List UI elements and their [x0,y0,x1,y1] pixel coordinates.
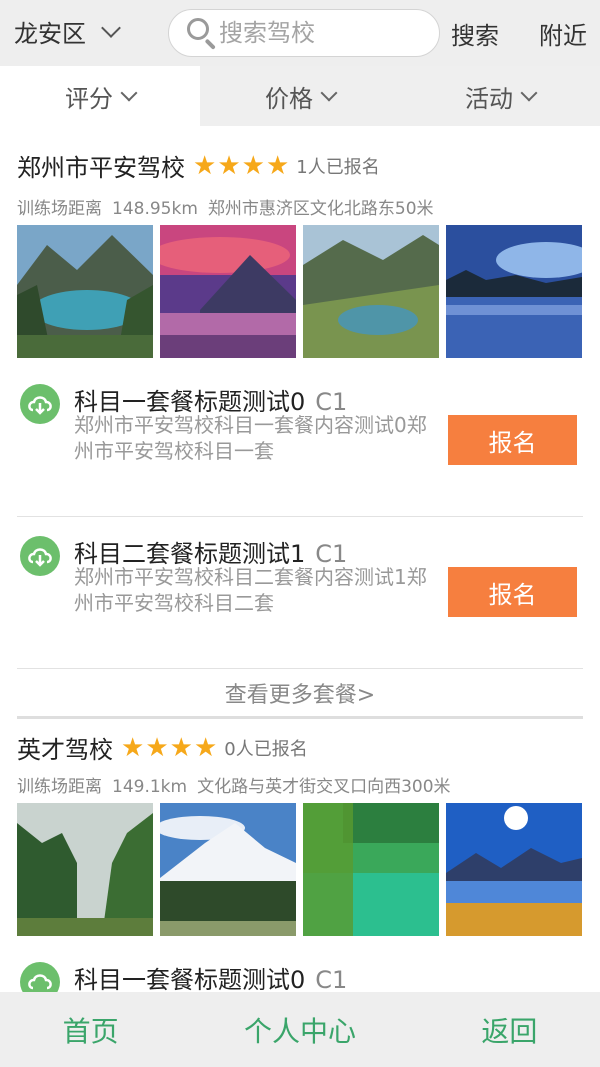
filter-label: 活动 [465,84,513,113]
divider [17,516,583,517]
star-icon: ★ [169,732,193,763]
section-divider [17,716,583,719]
school-photo[interactable] [303,225,439,358]
nav-back[interactable]: 返回 [481,1010,537,1050]
school-info: 训练场距离 148.95km 郑州市惠济区文化北路东50米 [17,194,444,219]
signup-button[interactable]: 报名 [448,567,577,617]
filter-bar: 评分 价格 活动 [0,66,600,126]
star-icon: ★ [145,732,169,763]
search-input[interactable] [219,19,429,47]
school-name: 英才驾校 [17,736,113,764]
top-bar: 龙安区 搜索 附近 [0,0,600,66]
school-header[interactable]: 郑州市平安驾校 ★ ★ ★ ★ 1人已报名 [17,148,380,183]
filter-rating[interactable]: 评分 [0,66,200,126]
filter-price[interactable]: 价格 [200,66,400,126]
enrolled-count: 1人已报名 [296,156,380,178]
distance-label: 训练场距离 [17,777,102,797]
nearby-button[interactable]: 附近 [539,16,587,51]
photo-strip [17,803,589,936]
package-item[interactable]: 科目一套餐标题测试0 C1 郑州市平安驾校科目一套餐内容测试0郑州市平安驾校科目一… [0,380,600,530]
package-description: 郑州市平安驾校科目一套餐内容测试0郑州市平安驾校科目一套 [74,413,427,463]
star-icon: ★ [193,150,217,181]
school-photo[interactable] [160,803,296,936]
school-photo[interactable] [160,225,296,358]
package-description: 郑州市平安驾校科目二套餐内容测试1郑州市平安驾校科目二套 [74,565,427,615]
rating-stars: ★ ★ ★ ★ [193,153,290,179]
rating-stars: ★ ★ ★ ★ [121,735,218,761]
star-icon: ★ [265,150,290,181]
address: 文化路与英才街交叉口向西300米 [197,777,451,797]
search-icon [185,16,219,50]
distance-label: 训练场距离 [17,199,102,219]
signup-button[interactable]: 报名 [448,415,577,465]
cloud-download-icon [20,536,60,576]
star-icon: ★ [217,150,241,181]
school-name: 郑州市平安驾校 [17,154,185,182]
filter-label: 评分 [65,84,113,113]
search-button[interactable]: 搜索 [451,16,499,51]
chevron-down-icon [520,84,538,102]
nav-profile[interactable]: 个人中心 [244,1010,356,1050]
chevron-down-icon [120,84,138,102]
enrolled-count: 0人已报名 [224,738,308,760]
school-photo[interactable] [446,803,582,936]
district-selector[interactable]: 龙安区 [14,14,121,49]
cloud-download-icon [20,384,60,424]
distance-value: 148.95km [112,199,198,219]
school-header[interactable]: 英才驾校 ★ ★ ★ ★ 0人已报名 [17,730,308,765]
star-icon: ★ [241,150,265,181]
search-box[interactable] [168,9,440,57]
school-photo[interactable] [446,225,582,358]
photo-strip [17,225,589,358]
distance-value: 149.1km [112,777,188,797]
divider [17,668,583,669]
school-photo[interactable] [17,803,153,936]
star-icon: ★ [193,732,218,763]
filter-label: 价格 [265,84,313,113]
filter-activity[interactable]: 活动 [400,66,600,126]
chevron-down-icon [101,17,121,38]
chevron-down-icon [320,84,338,102]
address: 郑州市惠济区文化北路东50米 [207,199,434,219]
license-type: C1 [315,966,348,992]
district-label: 龙安区 [14,20,86,48]
package-item[interactable]: 科目一套餐标题测试0 C1 [0,958,600,992]
package-title: 科目一套餐标题测试0 C1 [74,960,347,992]
view-more-packages-link[interactable]: 查看更多套餐> [0,677,600,709]
cloud-download-icon [20,962,60,992]
package-title-text: 科目一套餐标题测试0 [74,966,306,992]
bottom-nav: 首页 个人中心 返回 [0,992,600,1067]
nav-home[interactable]: 首页 [63,1010,119,1050]
school-photo[interactable] [17,225,153,358]
star-icon: ★ [121,732,145,763]
package-item[interactable]: 科目二套餐标题测试1 C1 郑州市平安驾校科目二套餐内容测试1郑州市平安驾校科目二… [0,532,600,682]
school-info: 训练场距离 149.1km 文化路与英才街交叉口向西300米 [17,772,461,797]
school-photo[interactable] [303,803,439,936]
